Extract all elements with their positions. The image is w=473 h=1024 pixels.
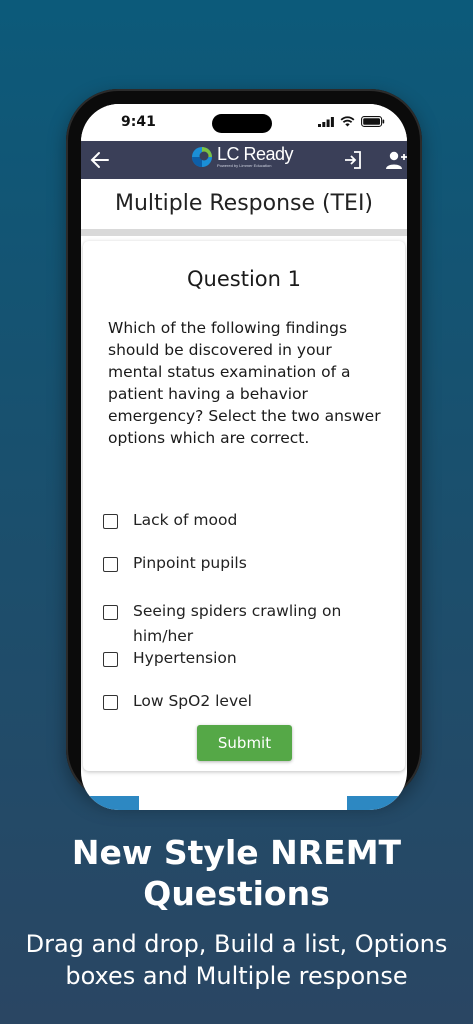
page-title: Multiple Response (TEI) xyxy=(114,191,374,216)
app-logo: LC Ready Powered by Limmer Education xyxy=(191,144,294,168)
add-user-icon[interactable] xyxy=(384,149,407,171)
answer-checkbox[interactable] xyxy=(103,652,118,667)
dynamic-island xyxy=(212,114,272,133)
answer-label: Seeing spiders crawling on him/her xyxy=(133,602,342,645)
battery-icon xyxy=(361,116,385,127)
answer-checkbox[interactable] xyxy=(103,514,118,529)
signal-icon xyxy=(318,116,334,127)
logo-wordmark: LC Ready Powered by Limmer Education xyxy=(217,144,294,168)
answer-checkbox[interactable] xyxy=(103,557,118,572)
arrow-left-icon[interactable] xyxy=(87,147,113,173)
status-bar: 9:41 xyxy=(81,104,407,140)
answer-checkbox[interactable] xyxy=(103,605,118,620)
previous-button-peek[interactable] xyxy=(81,796,139,810)
answer-label: Pinpoint pupils xyxy=(133,554,247,572)
answer-option[interactable]: Pinpoint pupils xyxy=(103,554,378,576)
app-bar: LC Ready Powered by Limmer Education xyxy=(81,141,407,179)
next-button-peek[interactable] xyxy=(347,796,407,810)
status-icons xyxy=(318,116,385,127)
question-text: Which of the following findings should b… xyxy=(108,319,381,447)
answer-option[interactable]: Low SpO2 level xyxy=(103,692,378,714)
wifi-icon xyxy=(340,116,355,127)
answer-option[interactable]: Lack of mood xyxy=(103,511,378,533)
submit-button[interactable]: Submit xyxy=(197,725,292,761)
title-divider xyxy=(81,229,407,236)
answer-label: Lack of mood xyxy=(133,511,238,529)
logo-text: LC Ready xyxy=(217,144,294,164)
login-icon[interactable] xyxy=(342,149,364,171)
question-card: Question 1 Which of the following findin… xyxy=(83,241,405,771)
status-time: 9:41 xyxy=(121,114,156,130)
question-title: Question 1 xyxy=(187,267,301,291)
answer-label: Low SpO2 level xyxy=(133,692,252,710)
answer-checkbox[interactable] xyxy=(103,695,118,710)
phone-screen: 9:41 LC Ready Powered by Limmer Educatio… xyxy=(81,104,407,810)
answer-label: Hypertension xyxy=(133,649,237,667)
promo-headline: New Style NREMT Questions xyxy=(71,833,402,913)
answer-option[interactable]: Hypertension xyxy=(103,649,378,671)
lc-ready-logo-icon xyxy=(192,146,212,167)
answer-option[interactable]: Seeing spiders crawling on him/her xyxy=(103,602,378,649)
promo-subline: Drag and drop, Build a list, Options box… xyxy=(25,930,448,990)
